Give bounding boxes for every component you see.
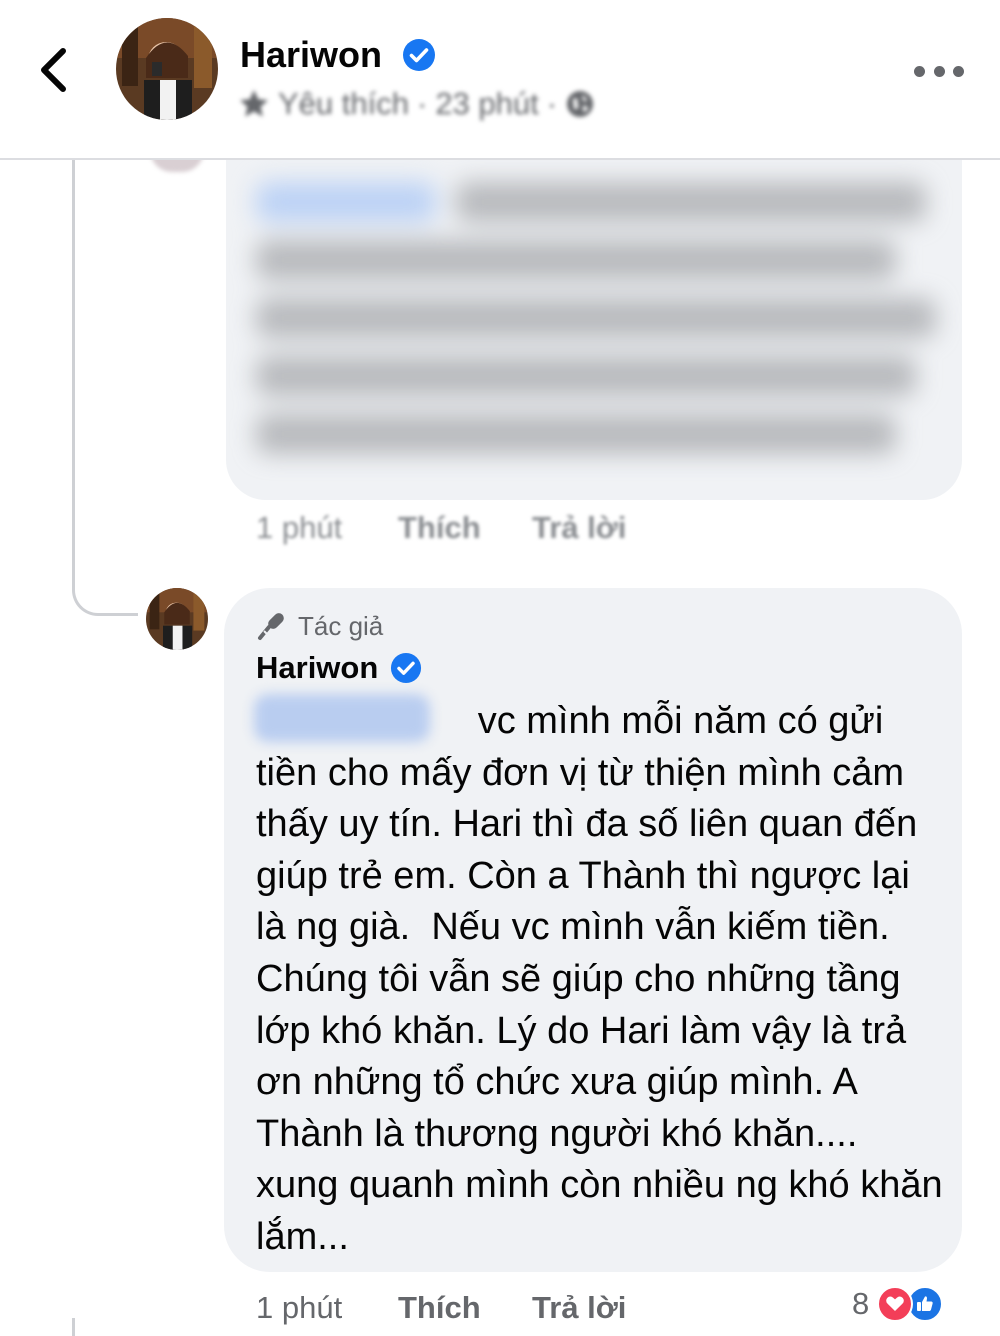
page-name[interactable]: Hariwon [240, 34, 382, 76]
reaction-count: 8 [852, 1286, 870, 1321]
love-icon [877, 1286, 914, 1322]
star-icon [240, 90, 268, 117]
comment-bubble-blurred [226, 160, 962, 500]
thread-connector [72, 560, 138, 616]
verified-badge-icon [391, 652, 422, 684]
reply-time: 1 phút [256, 1290, 343, 1325]
reply-comment-bubble: Tác giả Hariwon vc mình mỗi năm có gửi t… [224, 588, 962, 1272]
page-avatar[interactable] [116, 18, 218, 120]
thread-line [72, 1318, 75, 1336]
reply-comment-button[interactable]: Trả lời [532, 510, 626, 546]
post-header: Hariwon Yêu thích · 23 phút · [0, 0, 1000, 160]
microphone-icon [258, 613, 284, 640]
chevron-left-icon [41, 48, 66, 92]
reply-reply-button[interactable]: Trả lời [532, 1290, 626, 1326]
author-badge: Tác giả [256, 610, 383, 642]
thread-line [72, 160, 75, 580]
reply-author-name[interactable]: Hariwon [256, 650, 378, 686]
post-time[interactable]: 23 phút [435, 86, 538, 122]
back-button[interactable] [30, 42, 74, 98]
verified-badge-icon [403, 39, 435, 71]
post-meta: Yêu thích · 23 phút · [238, 86, 595, 122]
comment-actions-blurred: 1 phút Thích Trả lời [256, 510, 676, 550]
reply-comment-text: vc mình mỗi năm có gửi tiền cho mấy đơn … [256, 700, 954, 1258]
meta-separator: · [546, 86, 558, 121]
dot [914, 65, 925, 77]
reply-author-avatar[interactable] [146, 588, 208, 650]
reaction-summary[interactable]: 8 [852, 1286, 944, 1322]
globe-icon [567, 91, 594, 117]
reply-actions: 1 phút Thích Trả lời [256, 1290, 676, 1330]
dot [933, 65, 945, 77]
like-reply-button[interactable]: Thích [398, 1290, 481, 1326]
reply-author-name-row: Hariwon [256, 650, 422, 686]
favorite-label: Yêu thích [278, 86, 409, 121]
meta-separator: · [416, 86, 428, 121]
like-comment-button[interactable]: Thích [398, 510, 481, 546]
author-badge-label: Tác giả [298, 610, 384, 641]
more-options-button[interactable] [914, 56, 964, 86]
blurred-content [226, 160, 962, 500]
comment-time: 1 phút [256, 510, 343, 545]
dot [953, 65, 964, 77]
